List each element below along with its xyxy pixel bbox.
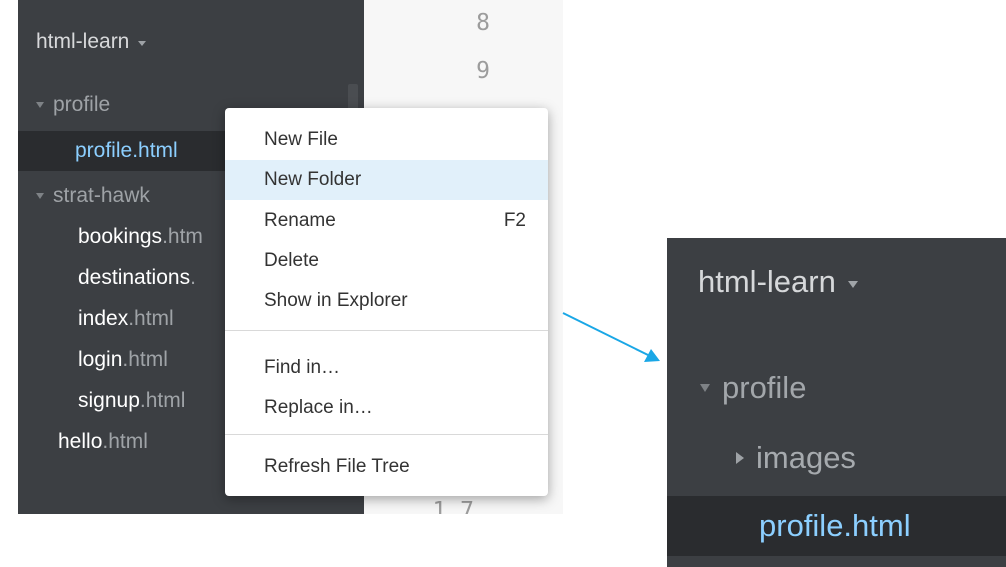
zoomed-file-tree: html-learn profile images profile.html xyxy=(667,238,1006,567)
file-basename: hello xyxy=(58,430,103,453)
line-number: 1 7 xyxy=(432,498,474,514)
menu-item-shortcut: F2 xyxy=(503,210,526,231)
file-extension: .html xyxy=(128,307,174,330)
project-name: html-learn xyxy=(36,30,130,53)
file-extension: .htm xyxy=(162,225,203,248)
file-basename: destinations xyxy=(78,266,191,289)
folder-collapsed-icon xyxy=(736,452,744,464)
menu-divider xyxy=(225,434,548,435)
chevron-down-icon xyxy=(138,41,147,46)
menu-item-label: Rename xyxy=(264,210,336,231)
file-extension: . xyxy=(190,266,196,289)
file-basename: index xyxy=(78,307,129,330)
tree-file-profile-html[interactable]: profile.html xyxy=(667,496,1006,556)
menu-item-show-in-explorer[interactable]: Show in Explorer xyxy=(225,281,548,321)
menu-divider xyxy=(225,330,548,331)
project-name: html-learn xyxy=(698,264,836,299)
menu-item-label: Refresh File Tree xyxy=(264,456,410,477)
tree-folder-images[interactable]: images xyxy=(667,430,1006,486)
project-dropdown[interactable]: html-learn xyxy=(36,22,147,62)
folder-label: images xyxy=(756,440,856,475)
menu-item-label: New Folder xyxy=(264,169,362,190)
menu-item-label: Show in Explorer xyxy=(264,290,408,311)
left-screenshot: html-learn profile profile.html strat-ha… xyxy=(18,0,563,514)
menu-item-label: Find in… xyxy=(264,357,341,378)
folder-expanded-icon xyxy=(36,193,44,199)
file-extension: .html xyxy=(122,348,168,371)
menu-item-replace-in[interactable]: Replace in… xyxy=(225,388,548,428)
file-extension: .html xyxy=(139,389,186,412)
line-number: 9 xyxy=(476,58,490,84)
file-label: profile.html xyxy=(759,508,911,543)
context-menu: New File New Folder Rename F2 Delete Sho… xyxy=(225,108,548,496)
menu-item-rename[interactable]: Rename F2 xyxy=(225,201,548,241)
menu-item-new-folder[interactable]: New Folder xyxy=(225,160,548,200)
file-extension: .html xyxy=(102,430,148,453)
folder-expanded-icon xyxy=(700,384,710,392)
menu-item-new-file[interactable]: New File xyxy=(225,120,548,160)
chevron-down-icon xyxy=(847,280,858,288)
file-label: profile.html xyxy=(75,139,178,162)
menu-item-label: Delete xyxy=(264,250,319,271)
tree-folder-profile[interactable]: profile xyxy=(667,360,1006,416)
file-basename: bookings xyxy=(78,225,163,248)
folder-label: strat-hawk xyxy=(53,184,150,207)
project-dropdown[interactable]: html-learn xyxy=(698,264,858,300)
menu-item-label: Replace in… xyxy=(264,397,373,418)
folder-label: profile xyxy=(53,93,111,116)
menu-item-delete[interactable]: Delete xyxy=(225,241,548,281)
folder-label: profile xyxy=(722,370,807,405)
line-number: 8 xyxy=(476,10,490,36)
file-basename: login xyxy=(78,348,123,371)
menu-item-refresh-file-tree[interactable]: Refresh File Tree xyxy=(225,447,548,487)
folder-expanded-icon xyxy=(36,102,44,108)
menu-item-label: New File xyxy=(264,129,338,150)
menu-item-find-in[interactable]: Find in… xyxy=(225,348,548,388)
file-basename: signup xyxy=(78,389,140,412)
